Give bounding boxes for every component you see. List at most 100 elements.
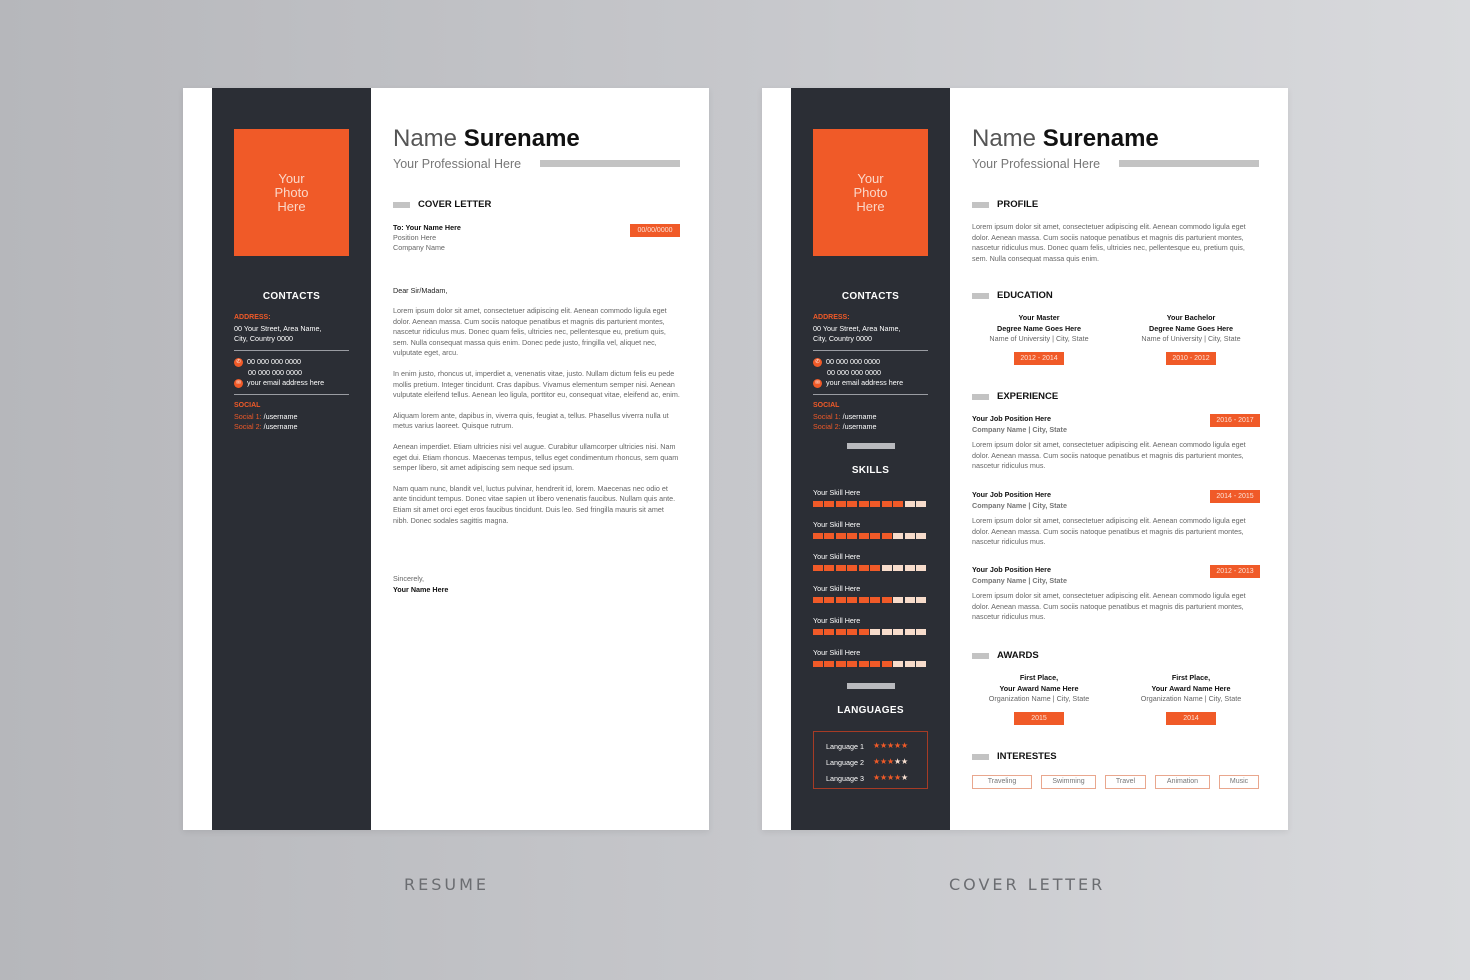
skill-item: Your Skill Here xyxy=(813,488,928,507)
cover-letter-page: Your Photo Here CONTACTS ADDRESS: 00 You… xyxy=(183,88,709,830)
interest-chip: Travel xyxy=(1105,775,1146,789)
skill-segment-filled xyxy=(813,597,823,603)
award-item: First Place, Your Award Name Here Organi… xyxy=(969,673,1109,725)
degree-type: Your Master xyxy=(1018,313,1060,322)
skill-segment-empty xyxy=(904,533,915,539)
phone-1: 00 000 000 0000 xyxy=(826,357,880,366)
language-label: Language 1 xyxy=(826,741,864,751)
recipient-company: Company Name xyxy=(393,243,445,252)
social-2-value: /username xyxy=(840,422,877,431)
skill-segment-filled xyxy=(881,533,892,539)
star-filled-icon: ★ xyxy=(873,773,881,782)
address-line-2: City, Country 0000 xyxy=(813,334,872,343)
award-org: Organization Name | City, State xyxy=(988,694,1090,703)
skill-label: Your Skill Here xyxy=(813,616,861,625)
language-label: Language 2 xyxy=(826,757,864,767)
skill-level-bar xyxy=(813,629,928,635)
skill-item: Your Skill Here xyxy=(813,616,928,635)
language-item: Language 2 ★ ★ ★ ★ ★ xyxy=(826,754,927,770)
first-name: Name xyxy=(393,125,458,152)
closing: Sincerely, xyxy=(393,574,425,583)
interest-chip: Animation xyxy=(1155,775,1210,789)
skill-segment-filled xyxy=(858,565,869,571)
divider xyxy=(813,393,928,395)
language-item: Language 3 ★ ★ ★ ★ ★ xyxy=(826,770,927,786)
experience-item: Your Job Position Here Company Name | Ci… xyxy=(972,414,1260,472)
skill-level-bar xyxy=(813,533,928,539)
years-badge: 2010 - 2012 xyxy=(1166,351,1216,365)
contacts-block: ADDRESS: 00 Your Street, Area Name, City… xyxy=(234,313,349,433)
social-1: Social 1: /username xyxy=(234,412,349,423)
languages-box: Language 1 ★ ★ ★ ★ ★ Language 2 ★ ★ ★ ★ ★ Language 3… xyxy=(813,731,928,789)
professional-title: Your Professional Here xyxy=(393,157,522,171)
paragraph: Aliquam lorem ante, dapibus in, viverra … xyxy=(393,410,669,431)
years-badge: 2012 - 2014 xyxy=(1014,351,1064,365)
skill-segment-filled xyxy=(813,661,823,667)
skill-segment-empty xyxy=(893,629,904,635)
star-filled-icon: ★ xyxy=(894,741,902,750)
skill-label: Your Skill Here xyxy=(813,552,861,561)
skill-item: Your Skill Here xyxy=(813,584,928,603)
section-title: EDUCATION xyxy=(997,290,1053,301)
phone-2: 00 000 000 0000 xyxy=(248,367,302,377)
star-filled-icon: ★ xyxy=(880,773,888,782)
contacts-title: CONTACTS xyxy=(262,291,321,302)
address-line-1: 00 Your Street, Area Name, xyxy=(234,323,322,333)
section-marker xyxy=(972,292,989,299)
years-badge: 2016 - 2017 xyxy=(1210,414,1260,427)
skill-segment-empty xyxy=(904,661,915,667)
skill-segment-filled xyxy=(858,533,869,539)
section-interests: INTERESTES xyxy=(972,751,1057,762)
social-1-value: /username xyxy=(261,411,298,421)
award-org: Organization Name | City, State xyxy=(1140,694,1242,703)
recipient-block: To: Your Name Here Position Here Company… xyxy=(393,223,461,253)
social-1-label: Social 1: xyxy=(813,411,841,421)
section-title: COVER LETTER xyxy=(418,199,492,210)
section-divider-pill xyxy=(847,443,895,449)
interest-chip: Swimming xyxy=(1041,775,1096,789)
skill-segment-empty xyxy=(881,565,892,571)
star-filled-icon: ★ xyxy=(873,741,881,750)
resume-page: Your Photo Here CONTACTS ADDRESS: 00 You… xyxy=(762,88,1288,830)
date-badge: 00/00/0000 xyxy=(630,224,680,237)
caption-resume: RESUME xyxy=(404,875,490,894)
star-filled-icon: ★ xyxy=(887,757,895,766)
award-item: First Place, Your Award Name Here Organi… xyxy=(1121,673,1261,725)
social-2-label: Social 2: xyxy=(234,422,262,431)
year-badge: 2015 xyxy=(1014,711,1064,725)
phone-1: 00 000 000 0000 xyxy=(247,357,301,366)
skill-level-bar xyxy=(813,661,928,667)
photo-placeholder[interactable]: Your Photo Here xyxy=(813,129,928,256)
skill-segment-filled xyxy=(835,629,846,635)
section-title: PROFILE xyxy=(997,199,1039,210)
recipient-position: Position Here xyxy=(393,233,437,242)
skill-segment-filled xyxy=(813,629,823,635)
section-divider-pill xyxy=(847,683,895,689)
skill-segment-filled xyxy=(858,501,869,507)
sidebar: Your Photo Here CONTACTS ADDRESS: 00 You… xyxy=(212,88,371,830)
closing-block: Sincerely, Your Name Here xyxy=(393,574,448,595)
language-item: Language 1 ★ ★ ★ ★ ★ xyxy=(826,738,927,754)
section-awards: AWARDS xyxy=(972,650,1039,661)
skill-level-bar xyxy=(813,565,928,571)
degree-type: Your Bachelor xyxy=(1166,313,1216,322)
address-line-2: City, Country 0000 xyxy=(234,334,293,343)
award-place: First Place, xyxy=(1019,673,1059,682)
profile-text: Lorem ipsum dolor sit amet, consectetuer… xyxy=(972,222,1246,263)
phone-icon: ✆ xyxy=(234,357,243,367)
signature: Your Name Here xyxy=(393,584,449,594)
star-filled-icon: ★ xyxy=(894,773,902,782)
photo-placeholder[interactable]: Your Photo Here xyxy=(234,129,349,256)
section-education: EDUCATION xyxy=(972,290,1053,301)
skill-segment-filled xyxy=(847,661,858,667)
divider xyxy=(234,393,349,395)
skill-segment-filled xyxy=(835,501,846,507)
letter-body: Lorem ipsum dolor sit amet, consectetuer… xyxy=(393,306,681,526)
degree-name: Degree Name Goes Here xyxy=(1149,323,1233,333)
interests-list: Traveling Swimming Travel Animation Musi… xyxy=(972,775,1259,789)
section-title: EXPERIENCE xyxy=(997,391,1059,402)
award-name: Your Award Name Here xyxy=(999,683,1079,693)
section-profile: PROFILE xyxy=(972,199,1038,210)
phone-icon: ✆ xyxy=(813,357,822,367)
job-description: Lorem ipsum dolor sit amet, consectetuer… xyxy=(972,591,1246,622)
